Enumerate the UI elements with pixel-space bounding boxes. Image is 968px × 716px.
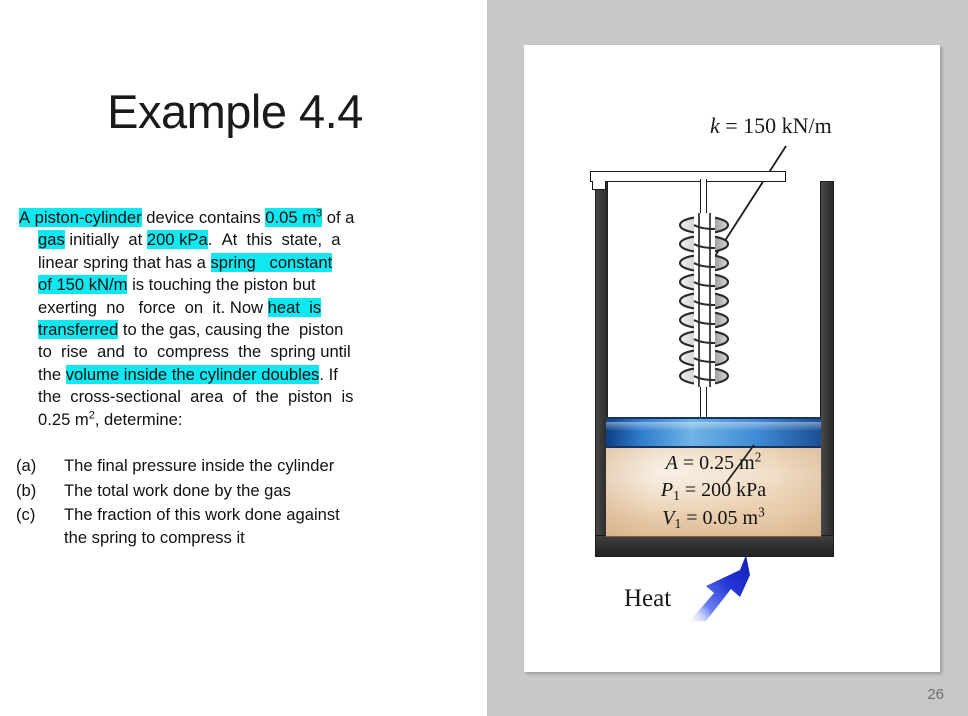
- list-item-marker: (b): [16, 480, 37, 500]
- problem-line: exerting no force on it. Now heat is: [38, 297, 322, 317]
- spring-constant-symbol: k: [710, 113, 720, 138]
- volume-symbol: V: [662, 507, 675, 529]
- spring-coil-icon: [678, 213, 730, 387]
- highlight-phrase: spring constant: [210, 252, 333, 272]
- area-symbol: A: [665, 452, 678, 474]
- list-item-text: The total work done by the gas: [64, 480, 291, 500]
- pressure-label: P1 = 200 kPa: [606, 477, 821, 505]
- highlight-phrase: of 150 kN/m: [38, 275, 128, 295]
- page-title: Example 4.4: [107, 85, 363, 138]
- heat-label: Heat: [624, 585, 672, 612]
- problem-statement: A piston-cylinder device contains 0.05 m…: [19, 207, 460, 431]
- problem-line: transferred to the gas, causing the pist…: [38, 320, 344, 340]
- question-list: (a) The final pressure inside the cylind…: [16, 455, 462, 551]
- figure-card: k = 150 kN/m A = 0.25 m2 P1 = 200 kPa V1…: [524, 45, 940, 672]
- highlight-phrase: gas: [38, 230, 65, 250]
- list-item-text: The fraction of this work done against t…: [64, 504, 462, 549]
- top-plate: [590, 171, 786, 182]
- list-item: (a) The final pressure inside the cylind…: [16, 455, 462, 478]
- area-value: = 0.25 m: [682, 452, 755, 474]
- problem-line: 0.25 m2, determine:: [38, 409, 183, 429]
- highlight-phrase: A piston-cylinder: [19, 208, 142, 227]
- pressure-value: = 200 kPa: [684, 479, 767, 501]
- pressure-symbol: P: [660, 479, 674, 501]
- area-exponent: 2: [754, 449, 762, 465]
- page-number: 26: [927, 686, 944, 703]
- piston-cylinder-figure: k = 150 kN/m A = 0.25 m2 P1 = 200 kPa V1…: [524, 45, 940, 672]
- list-item: (b) The total work done by the gas: [16, 480, 462, 503]
- pressure-subscript: 1: [673, 488, 680, 503]
- problem-line: of 150 kN/m is touching the piston but: [38, 275, 316, 295]
- highlight-phrase: heat is: [267, 297, 322, 317]
- piston-gloss: [606, 422, 821, 431]
- cylinder-wall-right: [820, 181, 834, 551]
- highlight-phrase: transferred: [38, 320, 119, 340]
- volume-label: V1 = 0.05 m3: [606, 505, 821, 533]
- list-item-marker: (a): [16, 456, 37, 475]
- highlight-phrase: 200 kPa: [146, 230, 208, 250]
- slide-thumbnail-panel: k = 150 kN/m A = 0.25 m2 P1 = 200 kPa V1…: [487, 0, 968, 716]
- problem-line: the cross-sectional area of the piston i…: [38, 387, 354, 407]
- spring-constant-label: k = 150 kN/m: [710, 113, 832, 139]
- highlight-phrase: 0.05 m3: [265, 207, 323, 227]
- list-item-text-line1: The fraction of this work done against: [64, 505, 340, 525]
- problem-line: linear spring that has a spring constant: [38, 252, 333, 272]
- list-item-marker: (c): [16, 505, 36, 525]
- heat-arrow-icon: [688, 555, 750, 623]
- top-plate-tab: [592, 181, 606, 190]
- list-item: (c) The fraction of this work done again…: [16, 504, 462, 549]
- problem-line: A piston-cylinder device contains 0.05 m…: [19, 207, 355, 227]
- list-item-text-line2: the spring to compress it: [64, 527, 245, 547]
- problem-line: the volume inside the cylinder doubles. …: [38, 364, 338, 384]
- volume-subscript: 1: [674, 516, 682, 531]
- problem-line: to rise and to compress the spring until: [38, 342, 351, 362]
- spring-constant-value: = 150 kN/m: [725, 113, 832, 138]
- volume-value: = 0.05 m: [686, 507, 759, 529]
- area-label: A = 0.25 m2: [606, 450, 821, 477]
- highlight-phrase: volume inside the cylinder doubles: [65, 364, 320, 384]
- problem-line: gas initially at 200 kPa. At this state,…: [38, 230, 341, 250]
- piston-band: [606, 417, 821, 448]
- gas-state-labels: A = 0.25 m2 P1 = 200 kPa V1 = 0.05 m3: [606, 450, 821, 533]
- list-item-text: The final pressure inside the cylinder: [64, 456, 335, 475]
- volume-exponent: 3: [758, 504, 765, 520]
- slide-content-left: Example 4.4 A piston-cylinder device con…: [0, 0, 487, 716]
